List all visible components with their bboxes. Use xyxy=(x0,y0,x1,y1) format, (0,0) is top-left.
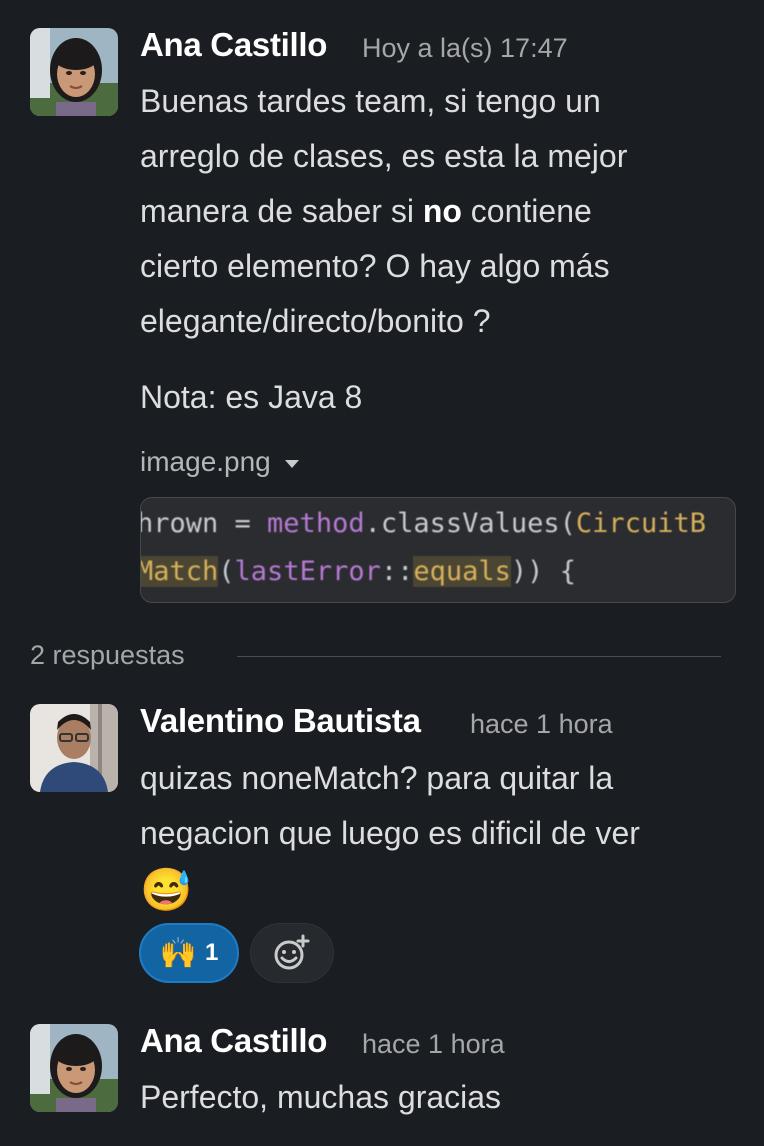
timestamp[interactable]: hace 1 hora xyxy=(470,709,613,740)
avatar-ana-castillo[interactable] xyxy=(30,1024,118,1112)
message-note: Nota: es Java 8 xyxy=(140,379,363,415)
code-line-2: Match(lastError::equals)) { xyxy=(141,556,576,587)
code-token: CircuitB xyxy=(575,508,706,539)
code-token: Match xyxy=(141,556,219,587)
code-token: .classValues( xyxy=(364,508,576,539)
message-text: Buenas tardes team, si tengo un arreglo … xyxy=(140,74,740,349)
code-token: lastError xyxy=(234,556,381,587)
divider xyxy=(237,656,721,657)
code-line-1: hrown = method.classValues(CircuitB xyxy=(140,508,706,539)
code-token: ( xyxy=(218,556,235,587)
attachment-label[interactable]: image.png xyxy=(140,446,299,478)
message-line: cierto elemento? O hay algo más xyxy=(140,248,610,284)
add-reaction-button[interactable] xyxy=(250,923,334,983)
code-token: hrown = xyxy=(140,508,268,539)
avatar-ana-castillo[interactable] xyxy=(30,28,118,116)
bold-text: no xyxy=(422,193,462,229)
message-line: arreglo de clases, es esta la mejor xyxy=(140,138,628,174)
message-line: Buenas tardes team, si tengo un xyxy=(140,83,601,119)
sweat-smile-emoji: 😅 xyxy=(140,866,193,913)
dropdown-caret-icon[interactable] xyxy=(284,460,299,468)
message-line: quizas noneMatch? para quitar la xyxy=(140,760,614,796)
message-line-segment: manera de saber si xyxy=(140,193,423,229)
message-text: quizas noneMatch? para quitar la negacio… xyxy=(140,751,740,919)
message-line: negacion que luego es dificil de ver xyxy=(140,815,640,851)
add-reaction-icon xyxy=(274,934,310,970)
message-line: manera de saber si no contiene xyxy=(140,184,740,239)
thread-replies-count: 2 respuestas xyxy=(30,640,185,670)
message-line: elegante/directo/bonito ? xyxy=(140,303,491,339)
timestamp[interactable]: Hoy a la(s) 17:47 xyxy=(362,33,568,64)
attachment-filename[interactable]: image.png xyxy=(140,446,271,478)
code-token: )) { xyxy=(510,556,576,587)
author-name[interactable]: Ana Castillo xyxy=(140,26,327,64)
message-line-segment: contiene xyxy=(461,193,592,229)
code-token: equals xyxy=(413,556,511,587)
timestamp[interactable]: hace 1 hora xyxy=(362,1029,505,1060)
attachment-image[interactable]: hrown = method.classValues(CircuitB Matc… xyxy=(140,497,736,603)
code-token: :: xyxy=(380,556,414,587)
code-token: method xyxy=(267,508,365,539)
author-name[interactable]: Ana Castillo xyxy=(140,1022,327,1060)
reaction-raised-hands[interactable]: 🙌 1 xyxy=(139,923,239,983)
avatar-valentino-bautista[interactable] xyxy=(30,704,118,792)
reaction-count: 1 xyxy=(205,939,219,966)
author-name[interactable]: Valentino Bautista xyxy=(140,702,421,740)
message-text: Perfecto, muchas gracias xyxy=(140,1070,740,1125)
message-line: Perfecto, muchas gracias xyxy=(140,1079,502,1115)
reaction-emoji: 🙌 xyxy=(159,936,197,970)
